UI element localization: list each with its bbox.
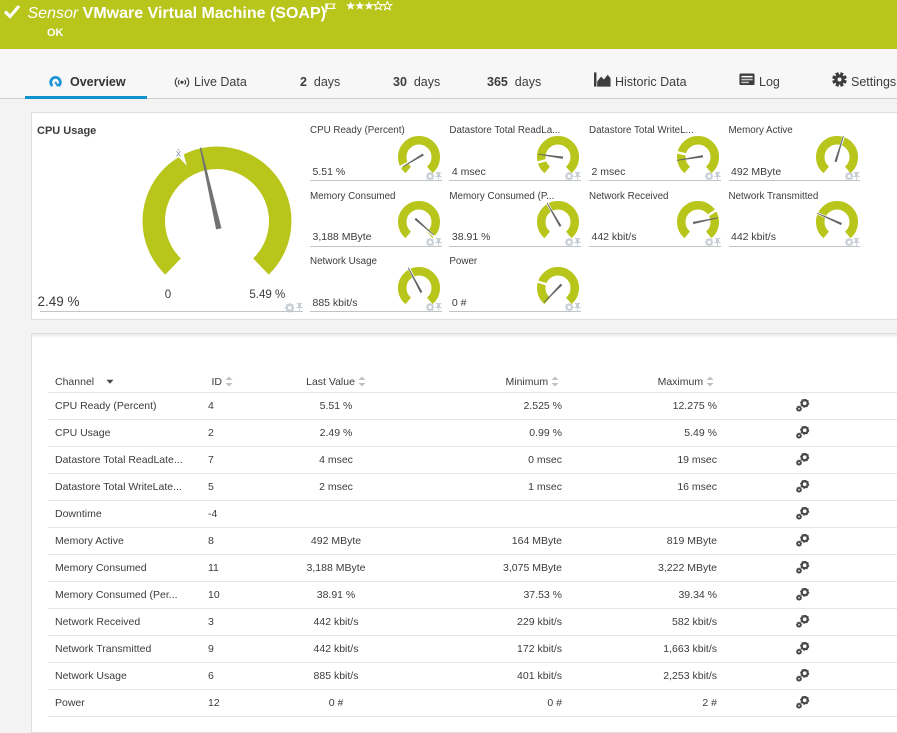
svg-text:x̄: x̄ [176,149,181,160]
